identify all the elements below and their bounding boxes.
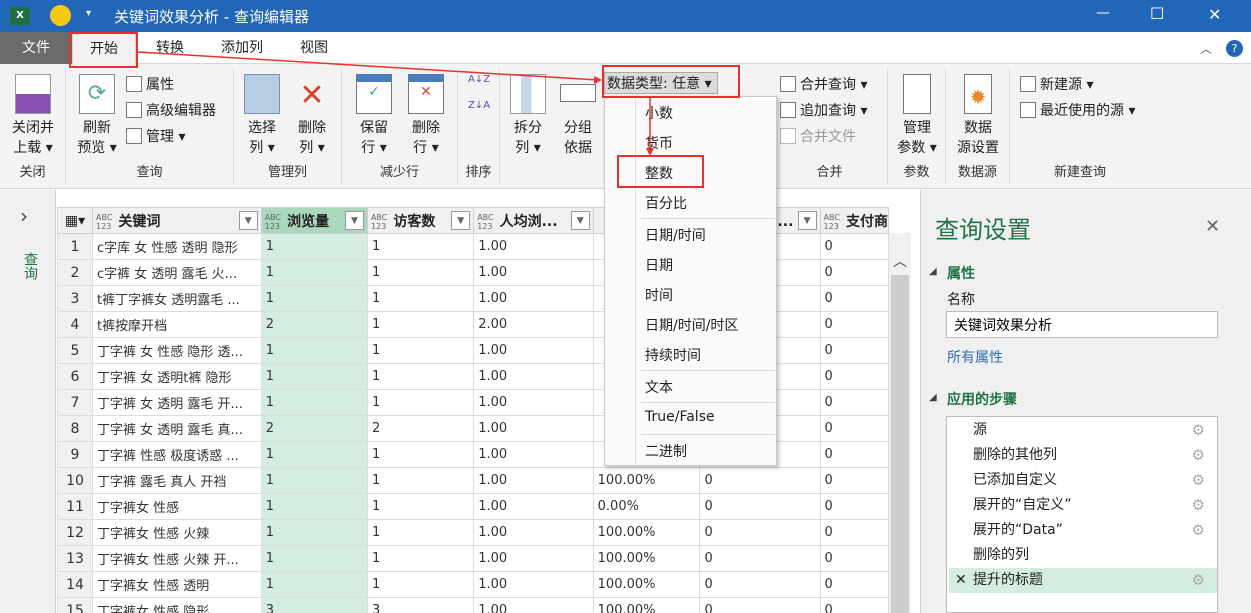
arrow-head xyxy=(646,148,654,156)
annotation-arrows xyxy=(137,51,654,156)
arrow-head xyxy=(594,76,602,84)
arrow-line xyxy=(137,51,599,81)
